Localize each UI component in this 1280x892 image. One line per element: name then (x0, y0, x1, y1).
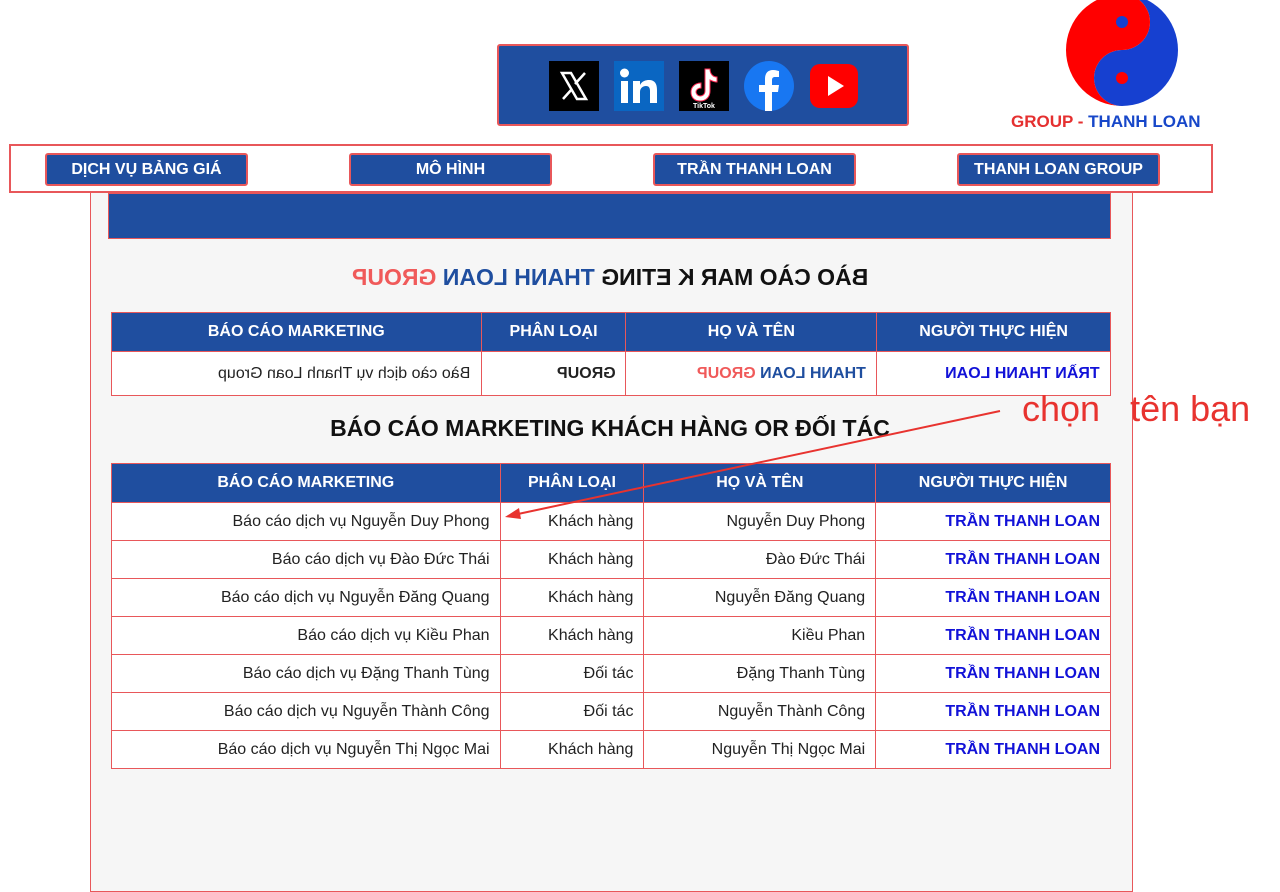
report-link[interactable]: Báo cáo dịch vụ Nguyễn Duy Phong (111, 502, 501, 541)
name-cell: Kiều Phan (643, 616, 877, 655)
youtube-icon[interactable] (809, 61, 859, 111)
annotation-note: chọn tên bạn (1022, 388, 1251, 429)
name-cell: Nguyễn Thành Công (643, 692, 877, 731)
client-report-table: BÁO CÁO MARKETING PHÂN LOẠI HỌ VÀ TÊN NG… (111, 463, 1111, 769)
header-person: NGƯỜI THỰC HIỆN (876, 312, 1111, 352)
group-report-table: BÁO CÁO MARKETING PHÂN LOẠI HỌ VÀ TÊN NG… (111, 312, 1111, 396)
header-name: HỌ VÀ TÊN (643, 463, 877, 503)
type-cell: Khách hàng (499, 730, 645, 769)
nav-pricing-button[interactable]: DỊCH VỤ BẢNG GIÁ (45, 153, 248, 186)
type-cell: Đối tác (499, 654, 645, 693)
table-row[interactable]: Bào cào dịch vụ Thanh Loan Group GROUP T… (111, 351, 1111, 396)
report-link[interactable]: Báo cáo dịch vụ Đặng Thanh Tùng (111, 654, 501, 693)
linkedin-icon[interactable] (614, 61, 664, 111)
name-cell: THANH LOAN GROUP (625, 351, 878, 396)
person-cell: TRẦN THANH LOAN (875, 692, 1111, 731)
type-cell: Khách hàng (499, 616, 645, 655)
header-person: NGƯỜI THỰC HIỆN (875, 463, 1111, 503)
blue-banner (108, 193, 1111, 239)
type-cell: Khách hàng (499, 502, 645, 541)
name-cell: Nguyễn Duy Phong (643, 502, 877, 541)
name-cell: Nguyễn Đăng Quang (643, 578, 877, 617)
section2-title: BÁO CÁO MARKETING KHÁCH HÀNG OR ĐỐI TÁC (330, 415, 890, 441)
header-report: BÁO CÁO MARKETING (111, 312, 482, 352)
report-cell[interactable]: Bào cào dịch vụ Thanh Loan Group (111, 351, 482, 396)
table-row[interactable]: Báo cáo dịch vụ Nguyễn Đăng Quang Khách h… (111, 578, 1111, 617)
type-cell: GROUP (480, 351, 627, 396)
x-icon[interactable] (549, 61, 599, 111)
type-cell: Khách hàng (499, 540, 645, 579)
name-cell: Đào Đức Thái (643, 540, 877, 579)
table-row[interactable]: Báo cáo dịch vụ Đào Đức Thái Khách hàng Đà… (111, 540, 1111, 579)
table-row[interactable]: Báo cáo dịch vụ Kiều Phan Khách hàng Kiều … (111, 616, 1111, 655)
report-link[interactable]: Báo cáo dịch vụ Kiều Phan (111, 616, 501, 655)
type-cell: Đối tác (499, 692, 645, 731)
person-cell: TRẦN THANH LOAN (875, 730, 1111, 769)
social-bar: TikTok (497, 44, 909, 126)
section1-title: BÀO CÀO MAR K ETING THANH LOAN GROUP (351, 264, 869, 290)
nav-tran-thanh-loan-button[interactable]: TRẦN THANH LOAN (653, 153, 856, 186)
table-header-row: BÁO CÁO MARKETING PHÂN LOẠI HỌ VÀ TÊN NG… (111, 463, 1111, 503)
report-link[interactable]: Báo cáo dịch vụ Nguyễn Thị Ngọc Mai (111, 730, 501, 769)
tiktok-icon[interactable]: TikTok (679, 61, 729, 111)
nav-thanh-loan-group-button[interactable]: THANH LOAN GROUP (957, 153, 1160, 186)
header-name: HỌ VÀ TÊN (625, 312, 878, 352)
main-nav: DỊCH VỤ BẢNG GIÁ MÔ HÌNH TRẦN THANH LOAN… (9, 144, 1213, 193)
table-header-row: BÁO CÁO MARKETING PHÂN LOẠI HỌ VÀ TÊN NG… (111, 312, 1111, 352)
header-report: BÁO CÁO MARKETING (111, 463, 501, 503)
type-cell: Khách hàng (499, 578, 645, 617)
nav-model-button[interactable]: MÔ HÌNH (349, 153, 552, 186)
report-link[interactable]: Báo cáo dịch vụ Nguyễn Thành Công (111, 692, 501, 731)
report-link[interactable]: Báo cáo dịch vụ Đào Đức Thái (111, 540, 501, 579)
header-type: PHÂN LOẠI (480, 312, 627, 352)
report-link[interactable]: Báo cáo dịch vụ Nguyễn Đăng Quang (111, 578, 501, 617)
header-type: PHÂN LOẠI (499, 463, 645, 503)
facebook-icon[interactable] (744, 61, 794, 111)
person-cell: TRẦN THANH LOAN (875, 654, 1111, 693)
person-cell: TRẦN THANH LOAN (875, 540, 1111, 579)
svg-text:TikTok: TikTok (693, 103, 715, 110)
table-row[interactable]: Báo cáo dịch vụ Nguyễn Duy Phong Khách hà… (111, 502, 1111, 541)
person-cell: TRẦN THANH LOAN (875, 502, 1111, 541)
person-cell: TRẦN THANH LOAN (875, 616, 1111, 655)
name-cell: Đặng Thanh Tùng (643, 654, 877, 693)
person-cell: TRẦN THANH LOAN (875, 578, 1111, 617)
table-row[interactable]: Báo cáo dịch vụ Nguyễn Thành Công Đối tác… (111, 692, 1111, 731)
logo-text: GROUP - THANH LOAN (1011, 112, 1201, 131)
name-cell: Nguyễn Thị Ngọc Mai (643, 730, 877, 769)
table-row[interactable]: Báo cáo dịch vụ Nguyễn Thị Ngọc Mai Khách… (111, 730, 1111, 769)
table-row[interactable]: Báo cáo dịch vụ Đặng Thanh Tùng Đối tác Đặ… (111, 654, 1111, 693)
